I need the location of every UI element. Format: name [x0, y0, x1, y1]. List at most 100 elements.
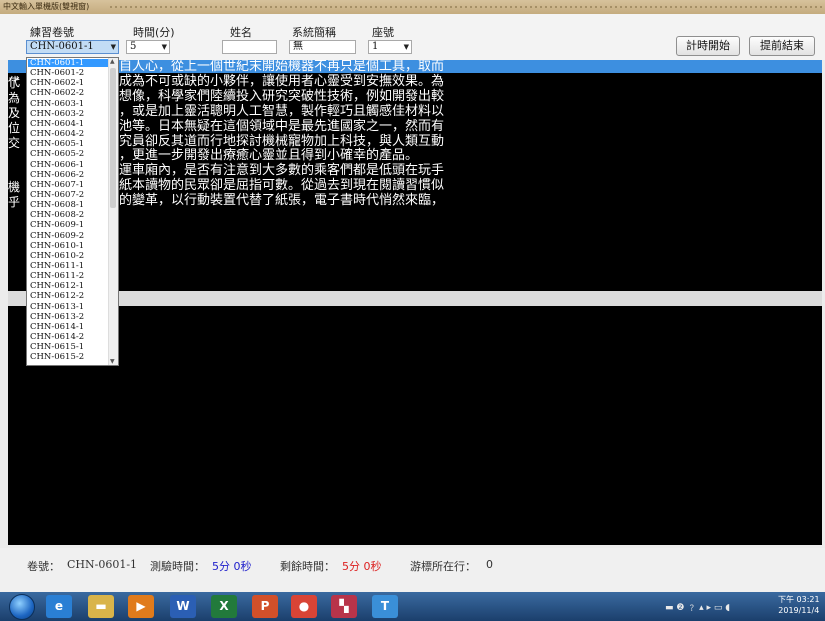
dropdown-option[interactable]: CHN-0601-2: [28, 69, 111, 77]
reference-text-line: 的變革，以行動裝置代替了紙張，電子書時代悄然來臨，: [119, 193, 445, 209]
scroll-up-icon[interactable]: ▲: [110, 58, 115, 65]
chevron-down-icon: ▼: [110, 43, 116, 51]
dropdown-option[interactable]: CHN-0604-2: [28, 130, 111, 138]
flag-app-icon[interactable]: ▚: [331, 595, 357, 618]
reference-text-panel: 自人心，從上一個世紀末開始機器不再只是個工具，取而 成為不可或缺的小夥伴，讓使用者…: [8, 60, 822, 291]
name-label: 姓名: [230, 26, 252, 39]
reference-text-line: 運車廂內，是否有注意到大多數的乘客們都是低頭在玩手: [119, 163, 445, 179]
dropdown-option[interactable]: CHN-0611-2: [28, 272, 111, 280]
dropdown-option[interactable]: CHN-0608-1: [28, 201, 111, 209]
dropdown-option[interactable]: CHN-0608-2: [28, 211, 111, 219]
scroll-down-icon[interactable]: ▼: [110, 358, 115, 365]
seat-label: 座號: [372, 26, 394, 39]
remaining-time-label: 剩餘時間：: [280, 560, 335, 573]
dropdown-option[interactable]: CHN-0612-2: [28, 292, 111, 300]
volume-label: 卷號：: [27, 560, 60, 573]
dropdown-option[interactable]: CHN-0605-1: [28, 140, 111, 148]
remaining-time-value: 5分 0秒: [342, 560, 382, 573]
test-time-value: 5分 0秒: [212, 560, 252, 573]
reference-text-line: 成為不可或缺的小夥伴，讓使用者心靈受到安撫效果。為: [119, 73, 445, 89]
reference-text-fragment: 位: [8, 120, 21, 135]
excel-icon[interactable]: X: [211, 595, 237, 618]
dropdown-scrollbar[interactable]: ▲ ▼: [108, 58, 118, 365]
dropdown-option[interactable]: CHN-0602-1: [28, 79, 111, 87]
time-select-value: 5: [130, 41, 137, 52]
practice-select-value: CHN-0601-1: [30, 41, 94, 52]
dropdown-option[interactable]: CHN-0614-1: [28, 323, 111, 331]
system-label: 系統簡稱: [292, 26, 336, 39]
time-label: 時間(分): [133, 26, 175, 39]
typing-app-icon[interactable]: T: [372, 595, 398, 618]
reference-text-fragment: 為: [8, 90, 21, 105]
media-player-icon[interactable]: ▶: [128, 595, 154, 618]
taskbar: e ▬ ▶ W X P ● ▚ T ▬ ❷ ﹖ ▴ ▸ ▭ ◖ 下午 03:21 2019/11…: [0, 592, 825, 621]
dropdown-option[interactable]: CHN-0615-2: [28, 353, 111, 361]
clock-time: 下午 03:21: [778, 595, 820, 604]
dropdown-option[interactable]: CHN-0603-2: [28, 110, 111, 118]
time-select[interactable]: 5 ▼: [126, 40, 170, 54]
ie-icon[interactable]: e: [46, 595, 72, 618]
seat-select-value: 1: [372, 41, 379, 52]
practice-dropdown-list[interactable]: CHN-0601-1 CHN-0601-2 CHN-0602-1 CHN-0602-2…: [26, 57, 119, 366]
cursor-line-label: 游標所在行：: [410, 560, 476, 573]
clock-date: 2019/11/4: [778, 606, 820, 615]
dropdown-option[interactable]: CHN-0607-2: [28, 191, 111, 199]
name-input[interactable]: [222, 40, 277, 54]
reference-text-line: 池等。日本無疑在這個領域中是最先進國家之一，然而有: [119, 118, 445, 134]
dropdown-scroll-thumb[interactable]: [110, 68, 116, 208]
dropdown-option[interactable]: CHN-0606-2: [28, 171, 111, 179]
powerpoint-icon[interactable]: P: [252, 595, 278, 618]
reference-text-line: 自人心，從上一個世紀末開始機器不再只是個工具，取而: [119, 60, 445, 74]
reference-text-line: 想像，科學家們陸續投入研究突破性技術，例如開發出較: [119, 88, 445, 104]
dropdown-option[interactable]: CHN-0611-1: [28, 262, 111, 270]
reference-text-fragment: 及: [8, 105, 21, 120]
windows-start-icon[interactable]: [9, 594, 35, 620]
reference-text-line: 紙本讀物的民眾卻是屈指可數。從過去到現在閱讀習慣似: [119, 178, 445, 194]
folder-icon[interactable]: ▬: [88, 595, 114, 618]
dropdown-option[interactable]: CHN-0607-1: [28, 181, 111, 189]
reference-text-fragment: 交: [8, 135, 21, 150]
dropdown-option[interactable]: CHN-0610-1: [28, 242, 111, 250]
panel-divider: [8, 291, 822, 306]
dropdown-option[interactable]: CHN-0604-1: [28, 120, 111, 128]
dropdown-option[interactable]: CHN-0605-2: [28, 150, 111, 158]
test-time-label: 測驗時間：: [150, 560, 205, 573]
clock[interactable]: 下午 03:21 2019/11/4: [778, 594, 820, 616]
dropdown-option[interactable]: CHN-0612-1: [28, 282, 111, 290]
dropdown-option[interactable]: CHN-0613-2: [28, 313, 111, 321]
system-input[interactable]: 無: [289, 40, 356, 54]
seat-select[interactable]: 1 ▼: [368, 40, 412, 54]
dropdown-option[interactable]: CHN-0610-2: [28, 252, 111, 260]
status-bar: 卷號： CHN-0601-1 測驗時間： 5分 0秒 剩餘時間： 5分 0秒 游…: [0, 548, 825, 592]
reference-text-fragment: 乎: [8, 195, 21, 210]
chrome-icon[interactable]: ●: [291, 595, 317, 618]
title-bar-texture: [110, 6, 825, 8]
dropdown-option[interactable]: CHN-0603-1: [28, 100, 111, 108]
cursor-line-value: 0: [486, 558, 493, 571]
start-timer-button[interactable]: 計時開始: [676, 36, 740, 56]
reference-text-fragment: 機: [8, 180, 21, 195]
reference-text-fragment: 了: [8, 76, 21, 90]
dropdown-option[interactable]: CHN-0615-1: [28, 343, 111, 351]
title-bar: 中文輸入單機版(雙視窗): [0, 0, 825, 15]
chevron-down-icon: ▼: [403, 43, 409, 51]
word-icon[interactable]: W: [170, 595, 196, 618]
practice-select[interactable]: CHN-0601-1 ▼: [26, 40, 119, 54]
end-early-button[interactable]: 提前結束: [749, 36, 815, 56]
dropdown-option[interactable]: CHN-0601-1: [28, 59, 111, 67]
dropdown-option[interactable]: CHN-0614-2: [28, 333, 111, 341]
reference-text-line: ，更進一步開發出療癒心靈並且得到小確幸的產品。: [119, 148, 419, 164]
volume-value: CHN-0601-1: [67, 558, 138, 571]
typing-input-area[interactable]: [8, 306, 822, 545]
dropdown-option[interactable]: CHN-0609-2: [28, 232, 111, 240]
dropdown-option[interactable]: CHN-0606-1: [28, 161, 111, 169]
chevron-down-icon: ▼: [161, 43, 167, 51]
reference-text-line: 究員卻反其道而行地探討機械寵物加上科技，與人類互動: [119, 133, 445, 149]
dropdown-option[interactable]: CHN-0602-2: [28, 89, 111, 97]
reference-text-line: ，或是加上靈活聰明人工智慧，製作輕巧且觸感佳材料以: [119, 103, 445, 119]
dropdown-option[interactable]: CHN-0609-1: [28, 221, 111, 229]
system-tray-icons[interactable]: ▬ ❷ ﹖ ▴ ▸ ▭ ◖: [665, 600, 730, 613]
practice-label: 練習卷號: [30, 26, 74, 39]
dropdown-option[interactable]: CHN-0613-1: [28, 303, 111, 311]
window-title: 中文輸入單機版(雙視窗): [3, 2, 90, 11]
